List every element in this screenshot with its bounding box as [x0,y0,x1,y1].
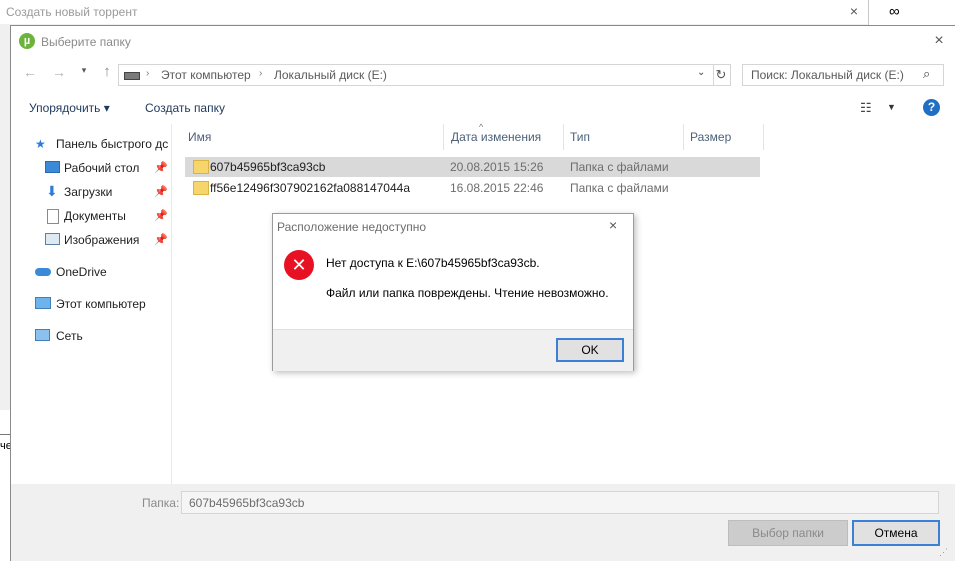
error-message: Нет доступа к E:\607b45965bf3ca93cb. [326,256,540,270]
forward-arrow-icon[interactable]: → [50,64,68,80]
pin-icon[interactable]: 📌 [154,209,168,222]
pictures-icon [45,233,60,245]
sidebar-item-label: Рабочий стол [64,161,140,175]
sidebar-item-label: Документы [64,209,126,223]
breadcrumb-this-pc[interactable]: Этот компьютер [161,68,251,82]
drive-icon [124,72,140,80]
search-icon[interactable]: ⌕ [923,66,930,82]
refresh-icon[interactable]: ↻ [712,64,731,86]
column-separator[interactable] [563,124,564,150]
breadcrumb-separator: › [146,68,150,79]
toolbar: Упорядочить ▾ Создать папку ☷ ▼ ? [11,90,955,124]
background-titlebar: Создать новый торрент × [0,0,868,24]
column-separator[interactable] [763,124,764,150]
ok-button[interactable]: OK [556,338,624,362]
close-icon[interactable]: × [929,31,949,51]
pin-icon[interactable]: 📌 [154,161,168,174]
new-folder-button[interactable]: Создать папку [145,101,225,115]
cancel-button[interactable]: Отмена [852,520,940,546]
file-type: Папка с файлами [570,160,669,174]
star-icon: ★ [35,137,46,151]
sidebar-item-documents[interactable]: Документы 📌 [11,207,171,227]
pin-icon[interactable]: 📌 [154,185,168,198]
background-window-title: Создать новый торрент [6,5,138,19]
breadcrumb-separator: › [259,68,263,79]
desktop-icon [45,161,60,173]
column-date[interactable]: Дата изменения [451,130,541,144]
file-type: Папка с файлами [570,181,669,195]
search-input[interactable]: Поиск: Локальный диск (E:) ⌕ [742,64,944,86]
sidebar-item-label: OneDrive [56,265,107,279]
address-bar[interactable]: › Этот компьютер › Локальный диск (E:) ⌄ [118,64,714,86]
utorrent-icon: µ [19,33,35,49]
error-dialog-title: Расположение недоступно [277,220,427,234]
sidebar-item-quick-access[interactable]: ★ Панель быстрого дс [11,135,171,155]
pin-icon[interactable]: 📌 [154,233,168,246]
sidebar-item-downloads[interactable]: ⬇ Загрузки 📌 [11,183,171,203]
sidebar-item-label: Изображения [64,233,140,247]
sidebar-item-label: Этот компьютер [56,297,146,311]
sidebar-item-onedrive[interactable]: OneDrive [11,263,171,283]
sidebar-item-this-pc[interactable]: Этот компьютер [11,295,171,315]
error-icon: ✕ [284,250,314,280]
file-date: 16.08.2015 22:46 [450,181,544,195]
up-arrow-icon[interactable]: ↑ [98,63,116,80]
table-row[interactable]: ff56e12496f307902162fa088147044a 16.08.2… [185,178,760,198]
table-row[interactable]: 607b45965bf3ca93cb 20.08.2015 15:26 Папк… [185,157,760,177]
column-separator[interactable] [443,124,444,150]
folder-value: 607b45965bf3ca93cb [189,496,305,510]
background-close-icon[interactable]: × [845,2,863,20]
resize-grip-icon[interactable]: ⋰ [939,547,948,558]
dialog-title: Выберите папку [41,35,131,49]
recent-locations-icon[interactable]: ▾ [75,65,93,76]
column-separator[interactable] [683,124,684,150]
breadcrumb-local-disk[interactable]: Локальный диск (E:) [274,68,387,82]
sidebar-item-label: Панель быстрого дс [56,137,169,151]
download-icon: ⬇ [46,183,58,199]
close-icon[interactable]: × [609,217,617,233]
search-placeholder: Поиск: Локальный диск (E:) [751,68,904,82]
column-size[interactable]: Размер [690,130,731,144]
error-dialog-footer: OK [273,329,633,371]
sidebar-item-network[interactable]: Сеть [11,327,171,347]
file-list-header: ^ Имя Дата изменения Тип Размер [181,122,781,150]
organize-button[interactable]: Упорядочить ▾ [29,101,110,115]
help-icon[interactable]: ? [923,99,940,116]
column-name[interactable]: Имя [188,130,211,144]
error-dialog: Расположение недоступно × ✕ Нет доступа … [272,213,634,371]
dialog-footer: Папка: 607b45965bf3ca93cb Выбор папки От… [11,484,955,561]
view-dropdown-icon[interactable]: ▼ [887,102,896,112]
folder-icon [193,160,209,174]
folder-icon [193,181,209,195]
folder-label: Папка: [142,496,180,510]
cloud-icon [35,268,51,276]
file-date: 20.08.2015 15:26 [450,160,544,174]
folder-field[interactable]: 607b45965bf3ca93cb [181,491,939,514]
computer-icon [35,297,51,309]
back-arrow-icon[interactable]: ← [21,64,39,80]
sidebar-item-label: Сеть [56,329,83,343]
error-detail: Файл или папка повреждены. Чтение невозм… [326,286,609,300]
sidebar-item-label: Загрузки [64,185,113,199]
network-icon [35,329,50,341]
view-options-icon[interactable]: ☷ [860,100,872,116]
file-name: ff56e12496f307902162fa088147044a [210,181,410,195]
column-type[interactable]: Тип [570,130,590,144]
sidebar-item-pictures[interactable]: Изображения 📌 [11,231,171,251]
address-dropdown-icon[interactable]: ⌄ [697,67,705,78]
file-name: 607b45965bf3ca93cb [210,160,326,174]
navigation-pane: ★ Панель быстрого дс Рабочий стол 📌 ⬇ За… [11,124,172,484]
dialog-titlebar: µ Выберите папку × [11,26,955,56]
documents-icon [47,209,59,224]
select-folder-button[interactable]: Выбор папки [728,520,848,546]
sidebar-item-desktop[interactable]: Рабочий стол 📌 [11,159,171,179]
infinity-icon: ∞ [889,3,900,20]
